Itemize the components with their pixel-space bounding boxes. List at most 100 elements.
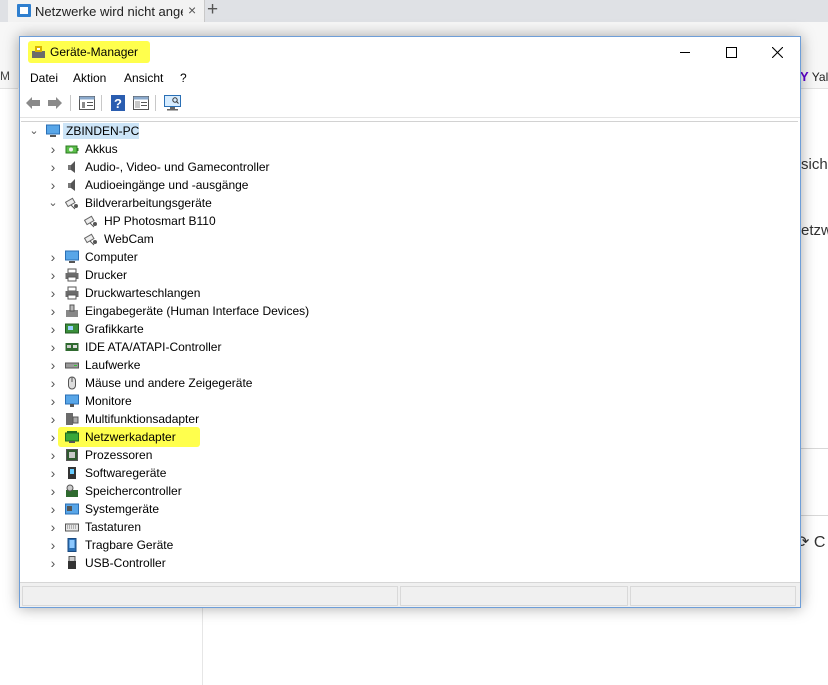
camera-icon (83, 214, 98, 228)
computer-icon (46, 124, 60, 138)
chevron-right-icon[interactable]: › (48, 554, 58, 572)
toolbar-separator (70, 95, 71, 111)
tree-item-label: Multifunktionsadapter (85, 412, 200, 426)
chevron-down-icon[interactable]: ⌄ (29, 122, 39, 140)
page-favicon-icon (17, 4, 31, 17)
tree-item-label: Drucker (85, 268, 128, 282)
printer-icon (65, 286, 79, 300)
chevron-right-icon[interactable]: › (48, 248, 58, 266)
status-bar (20, 582, 800, 607)
camera-icon (83, 232, 98, 246)
chevron-right-icon[interactable]: › (48, 266, 58, 284)
speaker-icon (65, 178, 79, 192)
menu-aktion[interactable]: Aktion (73, 71, 106, 85)
camera-icon (64, 196, 79, 210)
maximize-icon (725, 46, 737, 58)
software-device-icon (65, 466, 79, 480)
keyboard-icon (65, 520, 79, 534)
tree-item-label: HP Photosmart B110 (104, 214, 216, 228)
menu-ansicht[interactable]: Ansicht (124, 71, 163, 85)
title-bar[interactable]: Geräte-Manager (20, 37, 800, 67)
ide-controller-icon (65, 340, 79, 354)
browser-tab[interactable]: Netzwerke wird nicht ange × (8, 0, 205, 22)
tree-item-label: Laufwerke (85, 358, 141, 372)
chevron-right-icon[interactable]: › (48, 158, 58, 176)
tree-item-label: Monitore (85, 394, 132, 408)
chevron-right-icon[interactable]: › (48, 338, 58, 356)
window-title: Geräte-Manager (50, 45, 139, 59)
close-icon (771, 46, 783, 58)
status-segment (630, 586, 796, 606)
toolbar: ? (20, 89, 800, 118)
device-manager-icon (32, 46, 45, 58)
page-text: etzw (801, 222, 828, 239)
maximize-button[interactable] (708, 37, 754, 67)
speaker-icon (65, 160, 79, 174)
tree-root-label: ZBINDEN-PC (66, 124, 140, 138)
tree-item-label: Computer (85, 250, 138, 264)
computer-icon (65, 250, 79, 264)
chevron-right-icon[interactable]: › (48, 176, 58, 194)
arrow-left-icon (26, 97, 40, 109)
page-text: sich (801, 156, 828, 173)
device-tree: ⌄ ZBINDEN-PC › Akkus › Audio-, Video- und G… (21, 121, 798, 582)
tree-item-label: Mäuse und andere Zeigegeräte (85, 376, 253, 390)
chevron-right-icon[interactable]: › (48, 302, 58, 320)
mouse-icon (65, 376, 79, 390)
chevron-right-icon[interactable]: › (48, 140, 58, 158)
chevron-right-icon[interactable]: › (48, 374, 58, 392)
close-button[interactable] (754, 37, 800, 67)
chevron-right-icon[interactable]: › (48, 392, 58, 410)
tree-item-label: Netzwerkadapter (85, 430, 176, 444)
browser-tab-bar: Netzwerke wird nicht ange × + (0, 0, 828, 22)
chevron-right-icon[interactable]: › (48, 500, 58, 518)
bookmark-item-left[interactable]: M (0, 69, 10, 83)
monitor-icon (65, 394, 79, 408)
chevron-down-icon[interactable]: ⌄ (48, 194, 58, 212)
chevron-right-icon[interactable]: › (48, 482, 58, 500)
tab-close-icon[interactable]: × (188, 2, 196, 18)
tree-item-label: Audioeingänge und -ausgänge (85, 178, 249, 192)
chevron-right-icon[interactable]: › (48, 464, 58, 482)
chevron-right-icon[interactable]: › (48, 446, 58, 464)
tree-item-label: Akkus (85, 142, 118, 156)
scan-hardware-button[interactable] (163, 94, 181, 112)
console-tree-icon (133, 96, 149, 110)
menu-help[interactable]: ? (180, 71, 187, 85)
monitor-scan-icon (163, 95, 181, 111)
chevron-right-icon[interactable]: › (48, 428, 58, 446)
tree-item-label: Tastaturen (85, 520, 142, 534)
device-manager-window: Geräte-Manager Datei Aktion Ansicht ? ? … (19, 36, 801, 608)
drive-icon (65, 358, 79, 372)
usb-icon (65, 556, 79, 570)
tree-item-label: Prozessoren (85, 448, 153, 462)
tree-item-label: Eingabegeräte (Human Interface Devices) (85, 304, 310, 318)
tree-item-label: Audio-, Video- und Gamecontroller (85, 160, 270, 174)
printer-icon (65, 268, 79, 282)
minimize-button[interactable] (662, 37, 708, 67)
tree-item-label: USB-Controller (85, 556, 166, 570)
yahoo-icon: Y (800, 69, 809, 84)
browser-tab-title: Netzwerke wird nicht ange (35, 4, 183, 19)
forward-button[interactable] (46, 94, 64, 112)
chevron-right-icon[interactable]: › (48, 518, 58, 536)
status-segment (400, 586, 628, 606)
help-button[interactable]: ? (109, 94, 127, 112)
chevron-right-icon[interactable]: › (48, 410, 58, 428)
show-hide-console-tree-button[interactable] (132, 94, 150, 112)
chevron-right-icon[interactable]: › (48, 284, 58, 302)
chevron-right-icon[interactable]: › (48, 536, 58, 554)
new-tab-button[interactable]: + (207, 0, 218, 19)
chevron-right-icon[interactable]: › (48, 356, 58, 374)
tree-item-label: Speichercontroller (85, 484, 182, 498)
menu-bar: Datei Aktion Ansicht ? (20, 67, 800, 89)
network-adapter-icon (65, 430, 79, 444)
chevron-right-icon[interactable]: › (48, 320, 58, 338)
back-button[interactable] (24, 94, 42, 112)
hid-icon (65, 304, 79, 318)
properties-button[interactable] (78, 94, 96, 112)
menu-datei[interactable]: Datei (30, 71, 58, 85)
bookmark-item-yahoo[interactable]: Y Yal (800, 69, 828, 84)
svg-text:?: ? (114, 96, 122, 111)
status-segment (22, 586, 398, 606)
